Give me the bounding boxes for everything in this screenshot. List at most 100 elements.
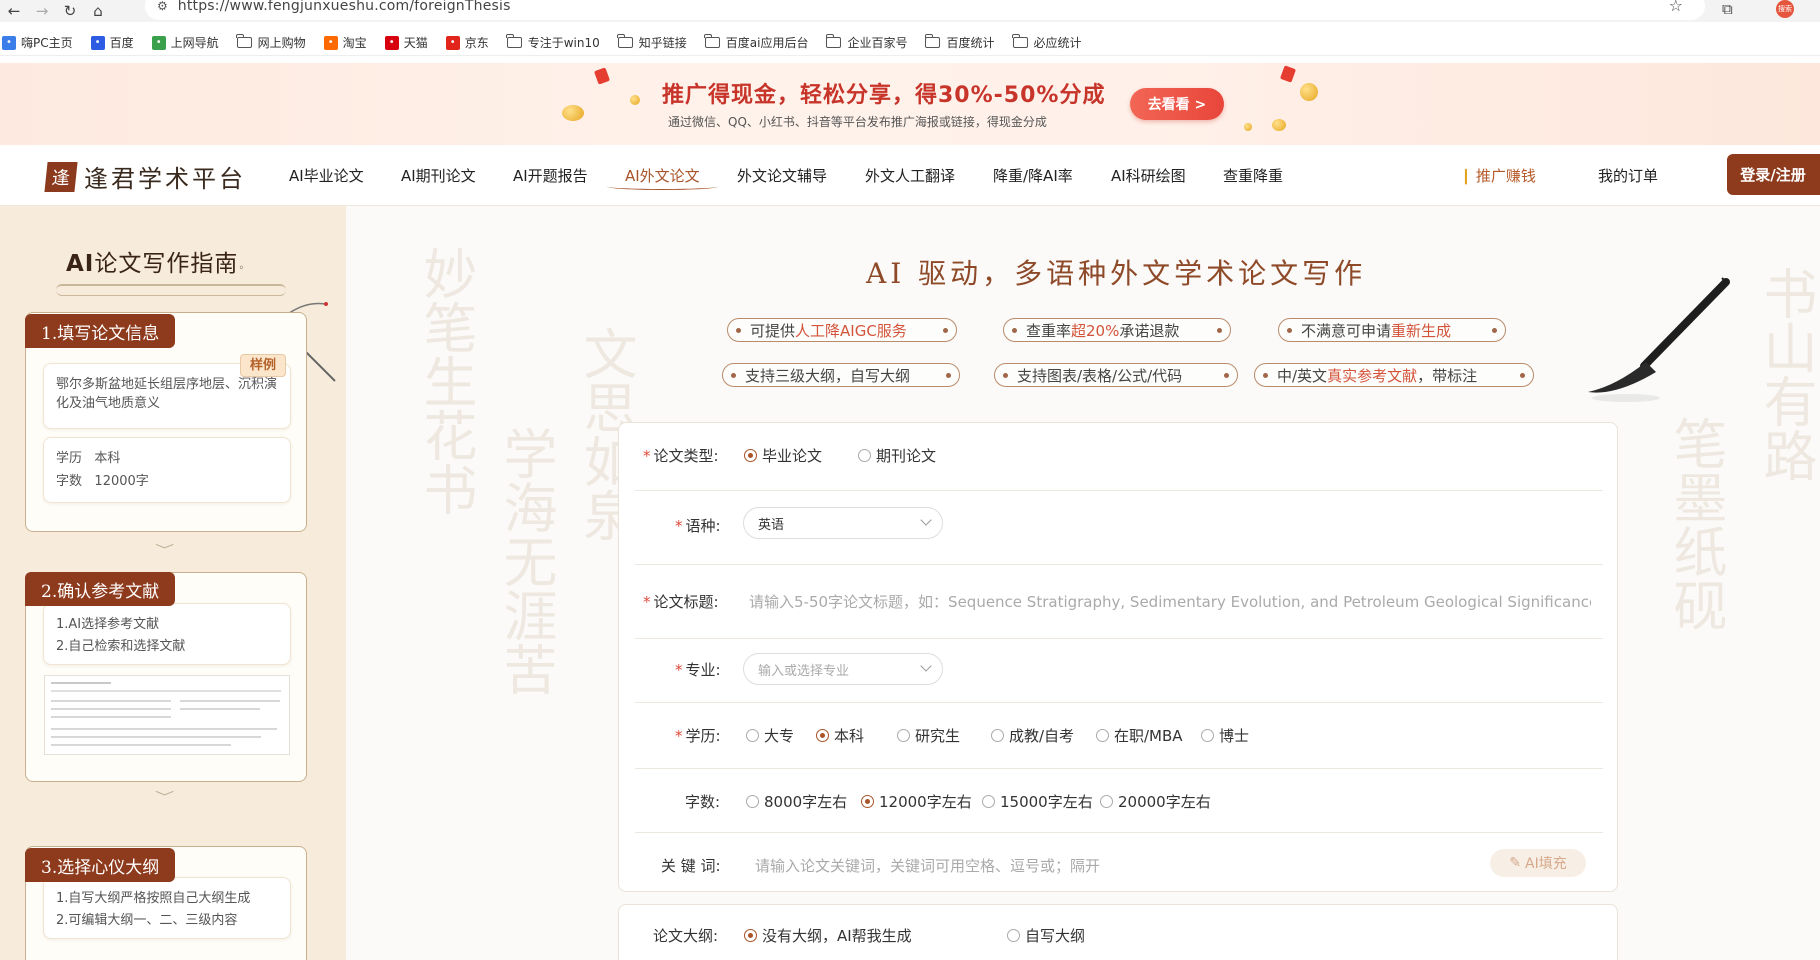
baidu-icon: • [90,35,105,50]
nav-my-orders[interactable]: 我的订单 [1598,165,1658,186]
bookmark-item[interactable]: • 嗨PC主页 [2,34,73,51]
site-info-icon[interactable]: ⚙ [157,0,168,13]
ai-fill-label: AI填充 [1525,856,1567,872]
bookmark-item[interactable]: 网上购物 [236,34,306,51]
promo-title: 推广得现金，轻松分享，得30%-50%分成 [662,83,1106,108]
outline-option[interactable]: 自写大纲 [1007,925,1085,946]
chevron-down-icon: ﹀ [154,543,174,557]
nav-item[interactable]: AI开题报告 [513,165,588,186]
guide-title-rest: 论文写作指南 [94,251,239,277]
feature-pill: 支持三级大纲，自写大纲 [722,363,960,387]
feature-pill-pre: 支持图表/表格/公式/代码 [1017,366,1183,385]
bookmark-item[interactable]: 企业百家号 [825,34,907,51]
edu-option[interactable]: 在职/MBA [1096,725,1183,746]
forward-icon[interactable]: → [28,0,56,22]
nav-item[interactable]: 查重降重 [1223,165,1283,186]
language-select[interactable]: 英语 [743,507,943,539]
nav-item[interactable]: AI毕业论文 [289,165,364,186]
lang-label-text: 语种: [685,517,721,535]
sample-words-value: 12000字 [94,474,149,489]
site-header: 逢 逢君学术平台 AI毕业论文 AI期刊论文 AI开题报告 AI外文论文 外文论文辅导 外… [0,145,1820,206]
edu-option-label: 在职/MBA [1114,727,1183,745]
bookmark-label: 百度 [109,36,134,50]
bookmark-item[interactable]: 知乎链接 [617,34,687,51]
edu-option-label: 博士 [1219,727,1250,745]
nav-item[interactable]: 降重/降AI率 [993,165,1073,186]
home-icon[interactable]: ⌂ [84,0,112,22]
edu-option[interactable]: 大专 [746,725,794,746]
step-tag-3: 3.选择心仪大纲 [25,848,176,882]
step-tag-2: 2.确认参考文献 [25,572,176,606]
outline-option-label: 没有大纲，AI帮我生成 [762,927,912,945]
bookmark-item[interactable]: • 上网导航 [151,34,219,51]
feature-pill: 可提供 人工降AIGC服务 [727,318,957,342]
outline-label-text: 论文大纲: [653,927,719,945]
thesis-title-input[interactable]: 请输入5-50字论文标题，如：Sequence Stratigraphy, Se… [749,591,1591,612]
feature-pill-pre: 支持三级大纲，自写大纲 [745,366,911,385]
address-bar[interactable]: ⚙ https://www.fengjunxueshu.com/foreignT… [145,0,1705,20]
bookmark-item[interactable]: 必应统计 [1012,34,1082,51]
words-option[interactable]: 20000字左右 [1100,791,1211,812]
sample-meta-box: 学历 本科 字数 12000字 [43,437,291,503]
feature-pill-hl: 超20% [1071,321,1120,340]
login-register-button[interactable]: 登录/注册 [1727,154,1820,195]
major-select[interactable]: 输入或选择专业 [743,653,943,685]
edu-option[interactable]: 博士 [1201,725,1249,746]
words-option[interactable]: 8000字左右 [746,791,847,812]
back-icon[interactable]: ← [0,0,28,22]
words-option[interactable]: 15000字左右 [982,791,1093,812]
promo-subtitle: 通过微信、QQ、小红书、抖音等平台发布推广海报或链接，得现金分成 [668,115,1047,129]
type-option[interactable]: 毕业论文 [744,445,822,466]
bookmark-label: 专注于win10 [527,36,600,50]
outline-option[interactable]: 没有大纲，AI帮我生成 [744,925,912,946]
bookmark-label: 百度统计 [946,36,995,50]
ai-fill-button[interactable]: ✎ AI填充 [1490,849,1586,877]
bookmark-label: 网上购物 [257,36,306,50]
edu-option[interactable]: 成教/自考 [991,725,1074,746]
nav-item[interactable]: AI科研绘图 [1111,165,1186,186]
edu-option-label: 本科 [834,727,865,745]
extensions-icon[interactable]: ⧉ [1722,0,1733,18]
edu-option[interactable]: 本科 [816,725,864,746]
torch-icon: ┃ [1462,170,1470,185]
bookmark-item[interactable]: • 百度 [90,34,134,51]
bookmark-star-icon[interactable]: ☆ [1669,0,1683,15]
reload-icon[interactable]: ↻ [56,0,84,22]
outline-steps-box: 1.自写大纲严格按照自己大纲生成 2.可编辑大纲一、二、三级内容 [43,877,291,939]
hero-title: AI 驱动，多语种外文学术论文写作 [866,257,1367,290]
type-label-text: 论文类型: [653,447,719,465]
nav-item[interactable]: 外文论文辅导 [737,165,827,186]
bookmark-item[interactable]: 专注于win10 [506,34,600,51]
bookmark-item[interactable]: 百度ai应用后台 [704,34,808,51]
nav-item[interactable]: 外文人工翻译 [865,165,955,186]
nav-promo-earn[interactable]: ┃ 推广赚钱 [1462,165,1536,186]
taobao-icon: • [323,35,338,50]
promo-banner[interactable]: 推广得现金，轻松分享，得30%-50%分成 通过微信、QQ、小红书、抖音等平台发… [0,63,1820,145]
feature-pill: 中/英文 真实参考文献 ，带标注 [1254,363,1534,387]
outline-step-line: 1.自写大纲严格按照自己大纲生成 [56,891,251,906]
form-row-education: * 学历: 大专 本科 研究生 成教/自考 在职/MBA 博士 [635,703,1603,769]
bookmark-item[interactable]: • 天猫 [384,34,428,51]
promo-go-button[interactable]: 去看看 > [1130,88,1224,120]
edu-option[interactable]: 研究生 [897,725,960,746]
calligraphy-background: 笔墨纸砚 [1664,416,1727,632]
type-option-label: 毕业论文 [762,447,823,465]
bookmark-item[interactable]: 百度统计 [924,34,995,51]
type-option[interactable]: 期刊论文 [858,445,936,466]
site-logo[interactable]: 逢 逢君学术平台 [44,159,246,194]
brush-illustration [1588,277,1730,402]
nav-item[interactable]: AI外文论文 [607,165,718,190]
bookmark-label: 淘宝 [342,36,367,50]
keywords-input[interactable]: 请输入论文关键词，关键词可用空格、逗号或；隔开 [755,855,1375,876]
words-option[interactable]: 12000字左右 [861,791,972,812]
calligraphy-background: 妙笔生花书 [414,246,477,516]
nav-item[interactable]: AI期刊论文 [401,165,476,186]
type-label: * 论文类型: [643,447,719,465]
folder-icon [506,34,522,48]
bookmark-item[interactable]: • 淘宝 [323,34,367,51]
folder-icon [1012,34,1028,48]
guide-title: AI论文写作指南◦ [66,251,246,277]
profile-avatar[interactable]: 搜索 [1776,0,1794,18]
bookmark-item[interactable]: • 京东 [445,34,489,51]
feature-pill-pre: 查重率 [1026,321,1072,340]
